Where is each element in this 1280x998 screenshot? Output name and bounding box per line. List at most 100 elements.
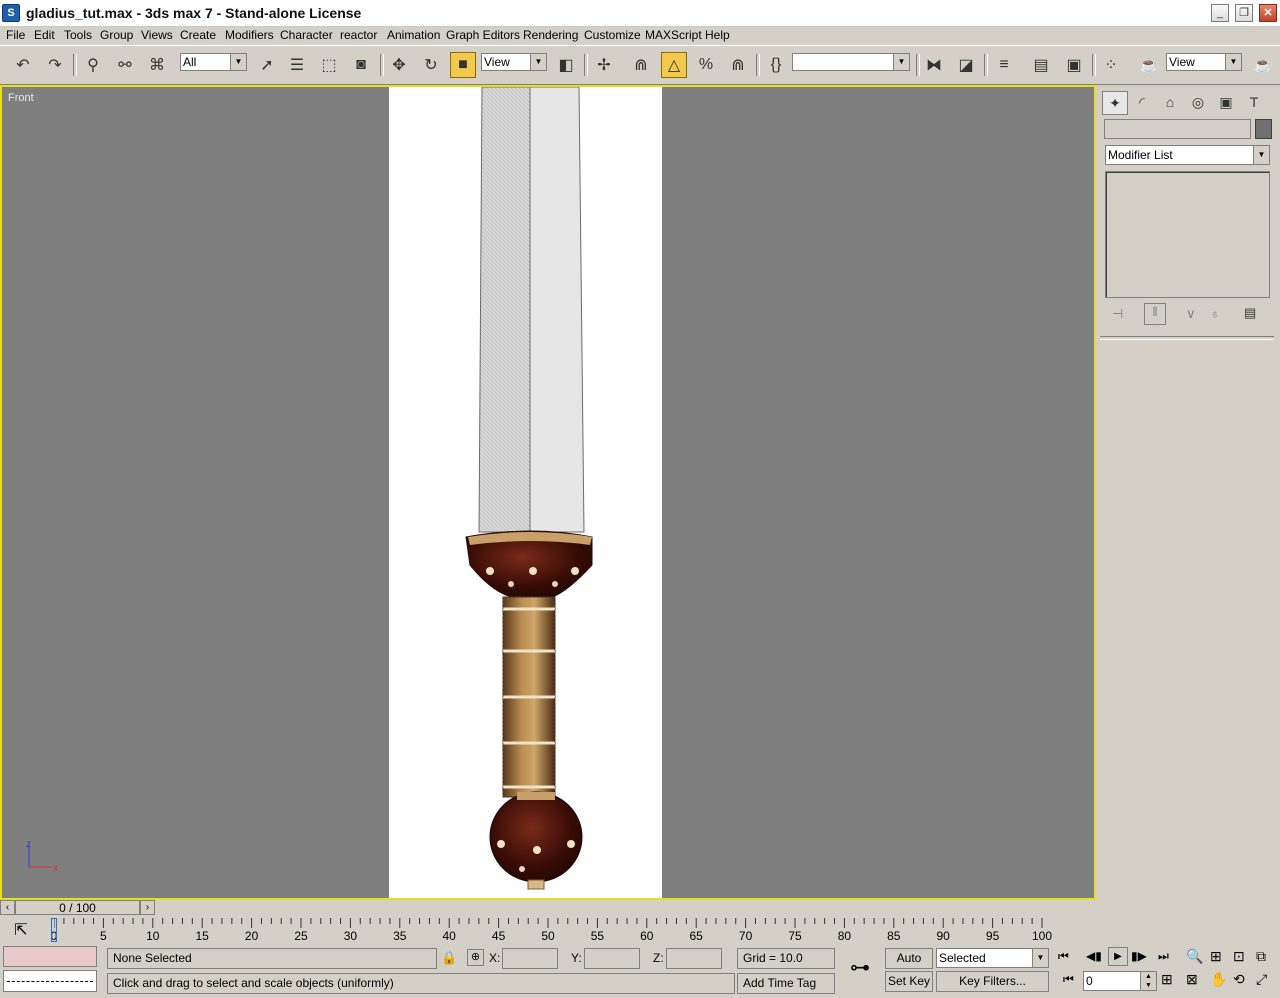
minimize-icon[interactable]: _ [1211, 4, 1229, 22]
zoom-all-icon[interactable]: ⊞ [1210, 948, 1222, 965]
reference-coordinate-dropdown[interactable]: View ▼ [481, 53, 547, 71]
menu-modifiers[interactable]: Modifiers [225, 28, 274, 42]
next-frame-icon[interactable]: ▮▶ [1131, 949, 1147, 963]
menu-animation[interactable]: Animation [387, 28, 440, 42]
track-bar[interactable]: 0 5 10 15 20 25 30 35 40 45 50 55 60 65 70 75 80 85 90 95 10… [51, 918, 1052, 944]
previous-frame-icon[interactable]: ◀▮ [1086, 949, 1102, 963]
align-icon[interactable]: ◪ [953, 52, 979, 78]
remove-modifier-icon[interactable]: ♁ [1210, 306, 1220, 321]
edit-named-selection-icon[interactable]: {} [763, 52, 789, 78]
menu-character[interactable]: Character [280, 28, 333, 42]
menu-reactor[interactable]: reactor [340, 28, 377, 42]
maxscript-input[interactable] [3, 970, 97, 992]
time-slider[interactable]: 0 / 100 [15, 900, 140, 915]
add-time-tag-button[interactable]: Add Time Tag [737, 973, 835, 994]
menu-edit[interactable]: Edit [34, 28, 55, 42]
key-mode-toggle-icon[interactable]: ⏮ [1063, 972, 1074, 987]
spinner-snap-icon[interactable]: ⋒ [725, 52, 751, 78]
rotate-icon[interactable]: ↻ [418, 52, 444, 78]
schematic-view-icon[interactable]: ▣ [1061, 52, 1087, 78]
make-unique-icon[interactable]: ∨ [1186, 306, 1196, 322]
move-icon[interactable]: ✥ [386, 52, 412, 78]
display-tab-icon[interactable]: ▣ [1214, 91, 1238, 113]
quick-render-teapot-icon[interactable]: ☕ [1250, 52, 1276, 78]
restore-icon[interactable]: ❐ [1235, 4, 1253, 22]
show-end-result-icon[interactable]: ‖ [1144, 303, 1166, 325]
pan-icon[interactable]: ✋ [1210, 971, 1227, 988]
unlink-icon[interactable]: ⚯ [112, 52, 138, 78]
play-icon[interactable]: ▶ [1108, 947, 1128, 966]
menu-create[interactable]: Create [180, 28, 216, 42]
front-viewport[interactable]: z x Front [0, 85, 1096, 900]
app-icon[interactable]: S [2, 4, 20, 22]
absolute-mode-icon[interactable]: ⊕ [467, 949, 484, 966]
go-to-start-icon[interactable]: ⏮ [1058, 949, 1069, 964]
y-coordinate-field[interactable] [584, 948, 640, 969]
undo-icon[interactable]: ↶ [10, 52, 36, 78]
select-and-link-icon[interactable]: ⚲ [80, 52, 106, 78]
menu-tools[interactable]: Tools [64, 28, 92, 42]
named-selection-dropdown[interactable]: ▼ [792, 53, 910, 71]
time-configuration-icon[interactable]: ⊞ [1161, 971, 1173, 988]
modifier-list-dropdown[interactable]: Modifier List ▼ [1105, 145, 1270, 165]
time-slider-left-icon[interactable]: ‹ [0, 900, 15, 915]
auto-key-button[interactable]: Auto Key [885, 948, 933, 983]
selection-filter-dropdown[interactable]: All ▼ [180, 53, 247, 71]
select-object-icon[interactable]: ➚ [254, 52, 280, 78]
rectangular-selection-icon[interactable]: ⬚ [316, 52, 342, 78]
mirror-icon[interactable]: ⧓ [921, 52, 947, 78]
layer-manager-icon[interactable]: ≡ [991, 52, 1017, 78]
close-icon[interactable]: ✕ [1259, 4, 1277, 22]
menu-views[interactable]: Views [141, 28, 173, 42]
utilities-tab-icon[interactable]: T [1242, 91, 1266, 113]
window-crossing-icon[interactable]: ◙ [348, 52, 374, 78]
current-frame-spinner[interactable]: 0 ▲ ▼ [1083, 971, 1157, 991]
render-scene-icon[interactable]: ☕ [1136, 52, 1162, 78]
maximize-viewport-icon[interactable]: ⤢ [1256, 971, 1267, 988]
menu-graph-editors[interactable]: Graph Editors [446, 28, 520, 42]
viewport-label[interactable]: Front [8, 92, 34, 104]
gladius-sword-model[interactable]: z x [2, 87, 1094, 898]
menu-group[interactable]: Group [100, 28, 133, 42]
modify-tab-icon[interactable]: ◜ [1130, 91, 1154, 113]
object-name-field[interactable] [1104, 119, 1251, 139]
modifier-stack[interactable] [1105, 171, 1270, 298]
menu-file[interactable]: File [6, 28, 25, 42]
maxscript-listener-mini[interactable] [3, 946, 97, 967]
configure-sets-icon[interactable]: ▤ [1244, 305, 1256, 321]
menu-customize[interactable]: Customize [584, 28, 641, 42]
redo-icon[interactable]: ↷ [42, 52, 68, 78]
pivot-center-icon[interactable]: ◧ [553, 52, 579, 78]
key-filters-button[interactable]: Key Filters... [936, 971, 1049, 992]
set-key-button[interactable]: Set Key [885, 971, 933, 992]
angle-snap-icon[interactable]: △ [661, 52, 687, 78]
render-view-dropdown[interactable]: View ▼ [1166, 53, 1242, 71]
snap-3d-icon[interactable]: ⋒ [628, 52, 654, 78]
manipulate-icon[interactable]: ✢ [591, 52, 617, 78]
pin-stack-icon[interactable]: ⊣ [1112, 306, 1123, 322]
object-color-swatch[interactable] [1255, 119, 1272, 139]
zoom-extents-icon[interactable]: ⊡ [1233, 948, 1245, 965]
mini-curve-editor-icon[interactable]: ⇱ [8, 920, 34, 940]
hierarchy-tab-icon[interactable]: ⌂ [1158, 91, 1182, 113]
menu-maxscript[interactable]: MAXScript [645, 28, 702, 42]
go-to-end-icon[interactable]: ⏭ [1158, 949, 1169, 964]
key-mode-dropdown[interactable]: Selected ▼ [936, 948, 1049, 968]
region-zoom-icon[interactable]: ⊠ [1186, 971, 1198, 988]
percent-snap-icon[interactable]: % [693, 52, 719, 78]
menu-help[interactable]: Help [705, 28, 730, 42]
curve-editor-icon[interactable]: ▤ [1028, 52, 1054, 78]
arc-rotate-icon[interactable]: ⟲ [1233, 971, 1245, 988]
lock-icon[interactable]: 🔒 [441, 950, 457, 966]
z-coordinate-field[interactable] [666, 948, 722, 969]
create-tab-icon[interactable]: ✦ [1102, 91, 1128, 115]
zoom-icon[interactable]: 🔍 [1186, 948, 1203, 965]
motion-tab-icon[interactable]: ◎ [1186, 91, 1210, 113]
zoom-extents-all-icon[interactable]: ⧉ [1256, 948, 1266, 965]
scale-icon[interactable]: ■ [450, 52, 476, 78]
menu-rendering[interactable]: Rendering [523, 28, 578, 42]
select-by-name-icon[interactable]: ☰ [284, 52, 310, 78]
material-editor-icon[interactable]: ⁘ [1098, 52, 1124, 78]
x-coordinate-field[interactable] [502, 948, 558, 969]
time-slider-right-icon[interactable]: › [140, 900, 155, 915]
